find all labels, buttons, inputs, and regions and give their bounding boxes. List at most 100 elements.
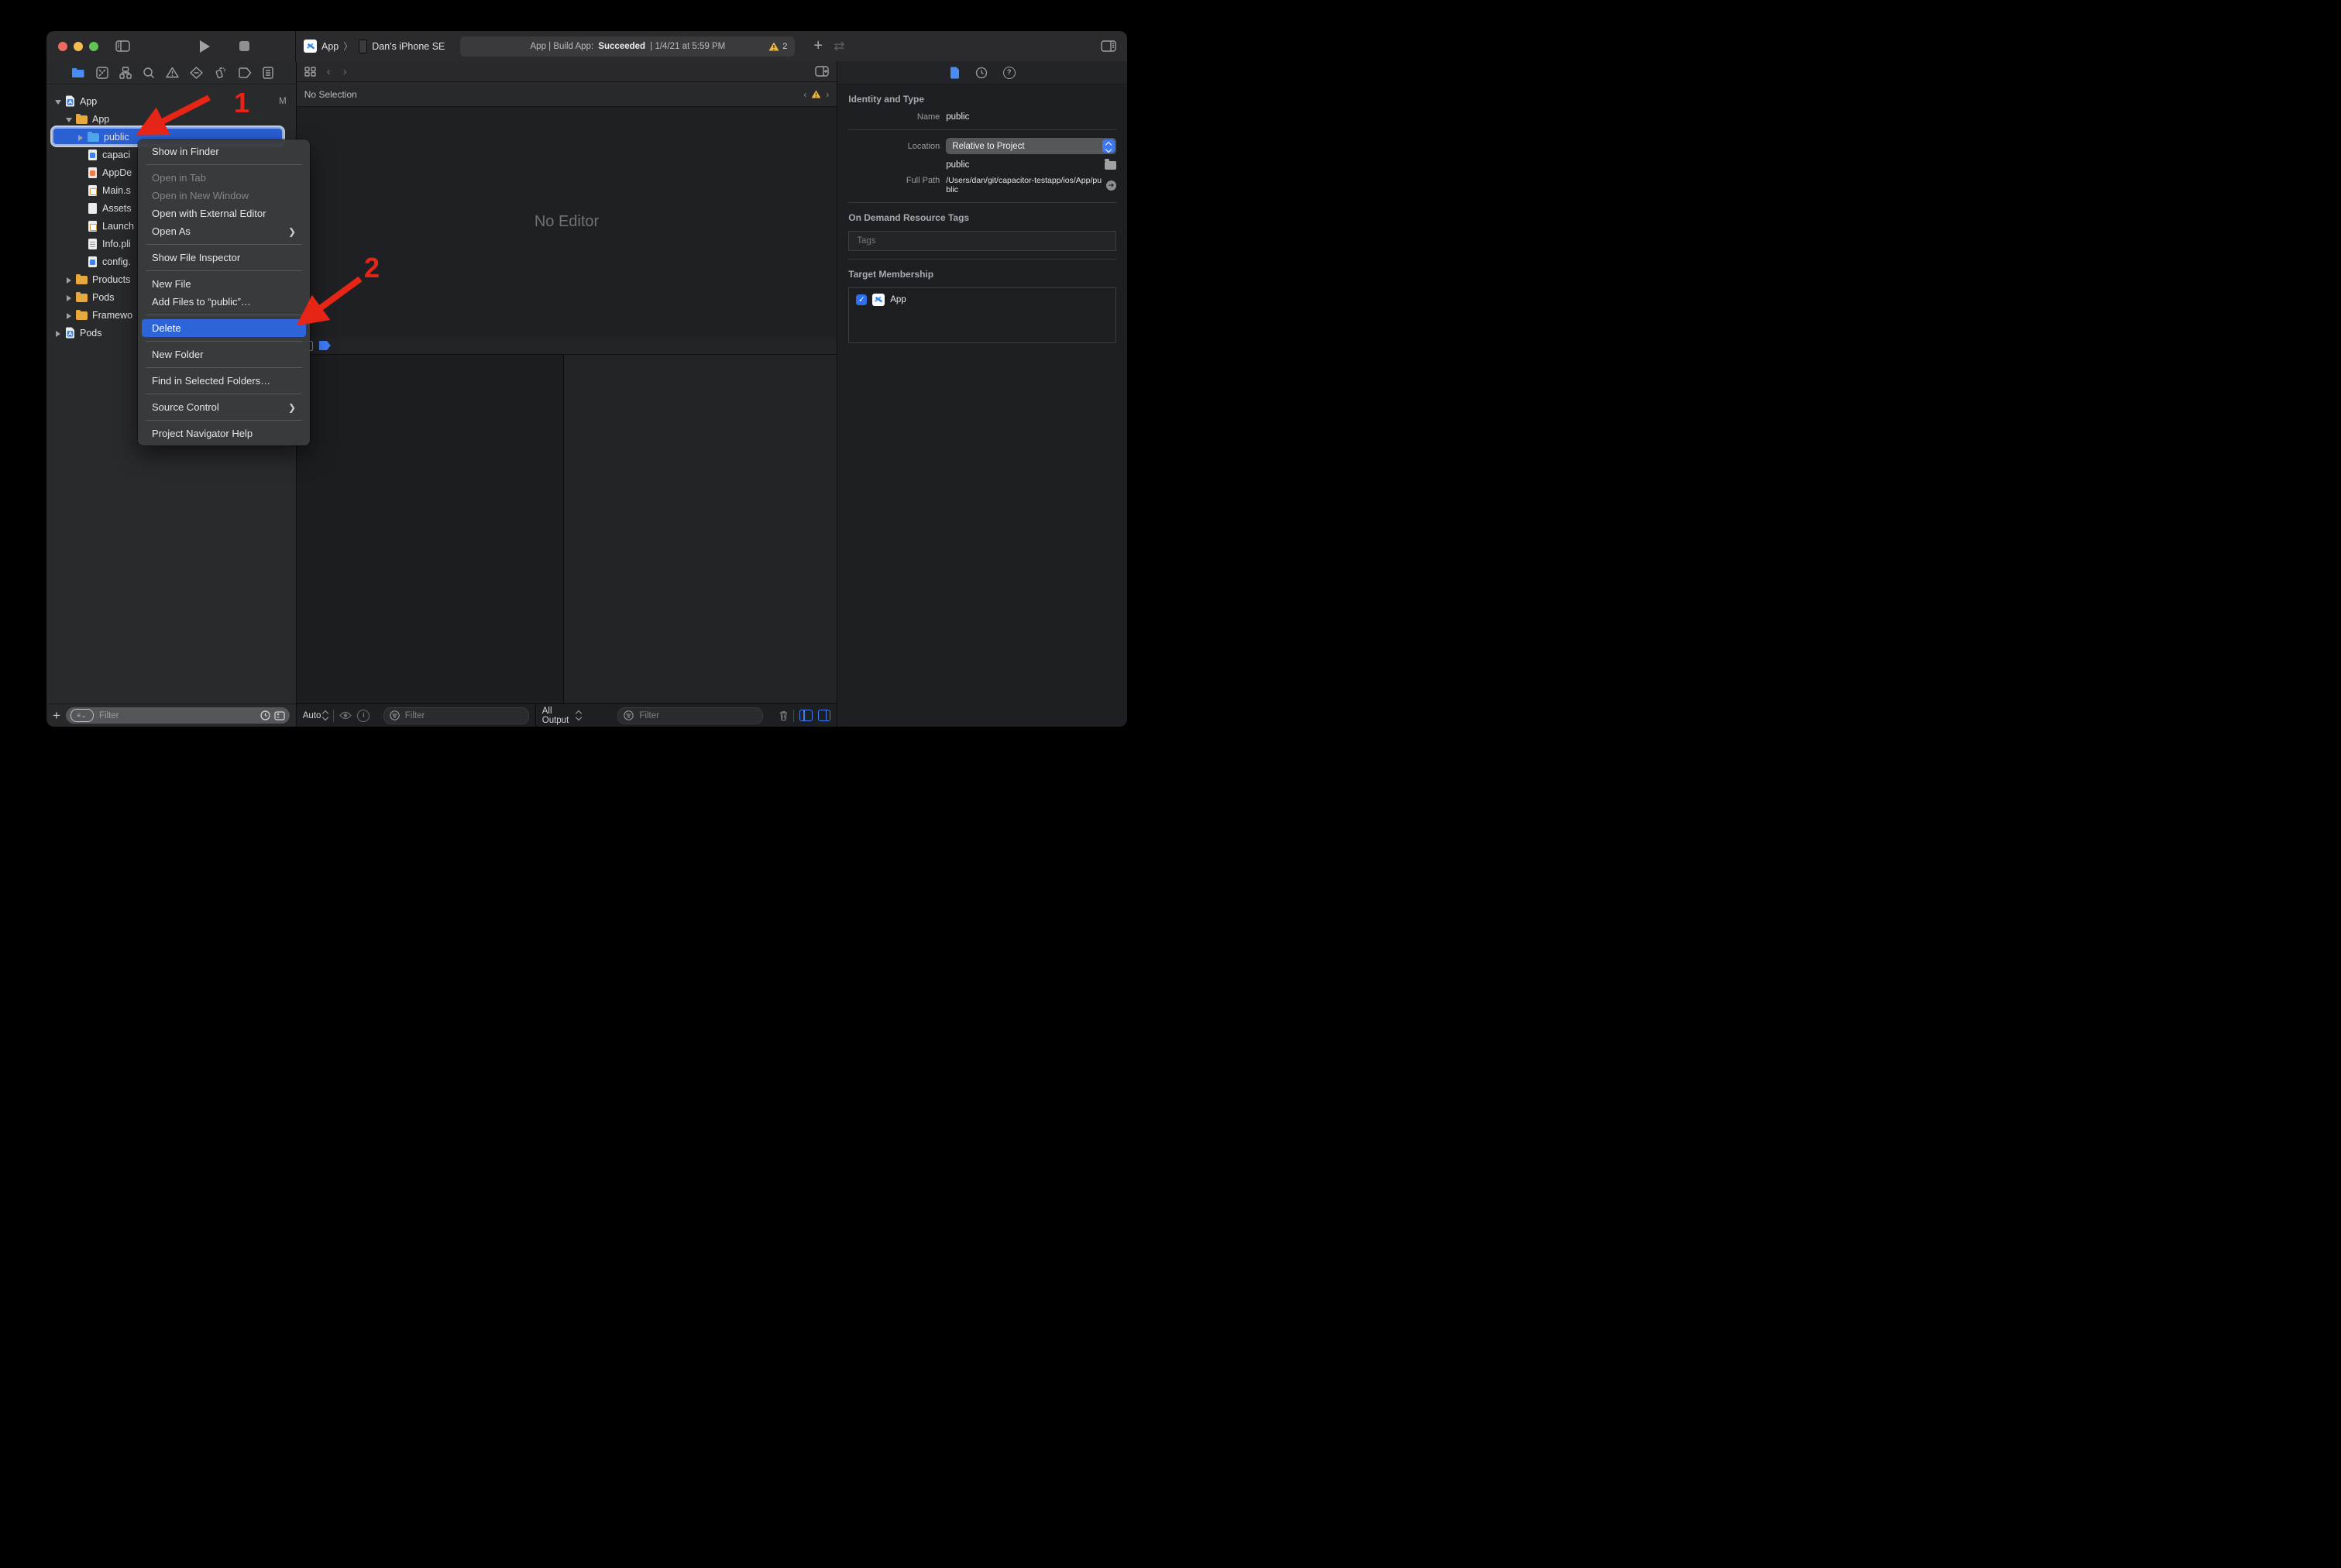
run-button[interactable] xyxy=(200,40,210,53)
debug-navigator-tab-icon[interactable] xyxy=(214,66,227,79)
menu-item-show-in-finder[interactable]: Show in Finder xyxy=(138,143,310,160)
minimize-window-button[interactable] xyxy=(74,42,83,51)
target-membership-row[interactable]: ✓ App xyxy=(856,294,1109,306)
back-button[interactable]: ‹ xyxy=(327,65,331,78)
toggle-navigator-icon[interactable] xyxy=(115,40,130,52)
menu-item-find-in-selected-folders[interactable]: Find in Selected Folders… xyxy=(138,372,310,390)
disclosure-chevron-icon[interactable] xyxy=(77,134,84,140)
menu-item-delete[interactable]: Delete xyxy=(142,319,306,337)
tree-row-app-folder[interactable]: App xyxy=(46,110,296,128)
tags-input[interactable] xyxy=(855,236,1109,246)
history-inspector-tab-icon[interactable] xyxy=(975,67,988,79)
toggle-inspector-icon[interactable] xyxy=(1101,40,1116,52)
disclosure-chevron-icon[interactable] xyxy=(66,116,72,122)
menu-item-open-in-tab[interactable]: Open in Tab xyxy=(138,169,310,187)
warning-count-badge[interactable]: 2 xyxy=(768,42,787,51)
navigator-tab-bar xyxy=(46,61,296,84)
activity-status[interactable]: App | Build App: Succeeded | 1/4/21 at 5… xyxy=(460,36,795,57)
recent-files-clock-icon[interactable] xyxy=(260,710,270,720)
console-scope-select[interactable]: All Output xyxy=(542,707,582,725)
project-navigator-tab-icon[interactable] xyxy=(71,67,85,78)
jump-bar[interactable]: No Selection ‹ › xyxy=(297,82,837,107)
file-label: Assets xyxy=(102,203,132,214)
variables-filter-input[interactable] xyxy=(404,710,523,721)
location-dropdown[interactable]: Relative to Project xyxy=(946,138,1116,154)
source-control-filter-icon[interactable] xyxy=(274,711,285,720)
menu-item-new-file[interactable]: New File xyxy=(138,275,310,293)
test-navigator-tab-icon[interactable] xyxy=(190,67,203,79)
next-issue-button[interactable]: › xyxy=(826,89,829,100)
disclosure-chevron-icon[interactable] xyxy=(66,277,72,283)
variables-filter-field[interactable] xyxy=(383,707,529,724)
run-destination-selector[interactable]: Dan's iPhone SE xyxy=(359,40,445,53)
variables-scope-select[interactable]: Auto xyxy=(303,711,328,720)
filter-options-icon[interactable]: ≡⌄ xyxy=(70,709,94,722)
editor-area: ‹ › No Selection ‹ xyxy=(297,61,837,727)
menu-separator xyxy=(146,270,302,271)
file-label: Pods xyxy=(80,328,102,339)
file-label: AppDe xyxy=(102,167,132,178)
menu-item-add-files[interactable]: Add Files to “public”… xyxy=(138,293,310,311)
variables-view[interactable] xyxy=(297,355,564,703)
breakpoint-navigator-tab-icon[interactable] xyxy=(238,67,252,78)
navigator-filter-field[interactable]: ≡⌄ xyxy=(66,707,290,724)
quick-help-inspector-tab-icon[interactable]: ? xyxy=(1003,67,1016,79)
on-demand-resource-tags-section: On Demand Resource Tags xyxy=(837,212,1127,260)
zoom-window-button[interactable] xyxy=(89,42,98,51)
info-icon[interactable]: i xyxy=(357,710,370,722)
breakpoints-toggle-icon[interactable] xyxy=(319,341,331,350)
menu-item-open-with-external-editor[interactable]: Open with External Editor xyxy=(138,205,310,222)
tags-field[interactable] xyxy=(848,231,1116,251)
console-filter-input[interactable] xyxy=(638,710,757,721)
toggle-console-view-icon[interactable] xyxy=(818,710,830,721)
menu-item-show-file-inspector[interactable]: Show File Inspector xyxy=(138,249,310,266)
clear-console-trash-icon[interactable] xyxy=(779,710,788,721)
related-items-icon[interactable] xyxy=(304,67,316,77)
disclosure-chevron-icon[interactable] xyxy=(66,294,72,301)
updown-chevrons-icon xyxy=(576,711,581,720)
choose-folder-icon[interactable] xyxy=(1105,161,1116,170)
file-label: capaci xyxy=(102,150,130,160)
menu-separator xyxy=(146,341,302,342)
stop-button[interactable] xyxy=(239,41,249,51)
disclosure-chevron-icon[interactable] xyxy=(55,98,61,105)
file-inspector-tab-icon[interactable] xyxy=(950,67,960,79)
report-navigator-tab-icon[interactable] xyxy=(263,67,273,79)
menu-item-new-folder[interactable]: New Folder xyxy=(138,346,310,363)
library-add-button[interactable]: + xyxy=(813,37,823,55)
issue-warning-icon[interactable] xyxy=(811,90,821,98)
menu-item-open-as[interactable]: Open As ❯ xyxy=(138,222,310,240)
console-scope-label: All Output xyxy=(542,707,575,725)
source-control-navigator-tab-icon[interactable] xyxy=(96,67,108,79)
toggle-variables-view-icon[interactable] xyxy=(799,710,812,721)
open-path-arrow-icon[interactable]: ➜ xyxy=(1106,181,1116,191)
code-review-icon[interactable]: ⇄ xyxy=(834,39,844,54)
console-filter-field[interactable] xyxy=(617,707,763,724)
menu-separator xyxy=(146,244,302,245)
disclosure-chevron-icon[interactable] xyxy=(55,330,61,336)
tree-row-project-app[interactable]: App M xyxy=(46,92,296,110)
console-view[interactable] xyxy=(564,355,837,703)
add-file-button[interactable]: + xyxy=(53,708,60,724)
menu-item-source-control[interactable]: Source Control ❯ xyxy=(138,398,310,416)
target-checkbox[interactable]: ✓ xyxy=(856,294,867,305)
filter-funnel-icon xyxy=(390,710,400,720)
navigator-filter-input[interactable] xyxy=(98,710,256,721)
menu-item-project-navigator-help[interactable]: Project Navigator Help xyxy=(138,425,310,442)
status-prefix: App | Build App: xyxy=(531,42,596,51)
scheme-chevron: 〉 xyxy=(343,40,352,53)
menu-item-open-in-new-window[interactable]: Open in New Window xyxy=(138,187,310,205)
close-window-button[interactable] xyxy=(58,42,67,51)
issue-navigator-tab-icon[interactable] xyxy=(166,67,179,78)
symbol-navigator-tab-icon[interactable] xyxy=(119,67,132,79)
previous-issue-button[interactable]: ‹ xyxy=(803,89,806,100)
disclosure-chevron-icon[interactable] xyxy=(66,312,72,318)
section-title: On Demand Resource Tags xyxy=(848,212,1116,223)
find-navigator-tab-icon[interactable] xyxy=(143,67,155,79)
navigator-bottom-bar: + ≡⌄ xyxy=(46,703,296,727)
add-editor-icon[interactable] xyxy=(815,66,829,77)
quicklook-eye-icon[interactable] xyxy=(339,711,352,720)
forward-button[interactable]: › xyxy=(343,65,347,78)
scheme-selector[interactable]: App 〉 xyxy=(304,40,352,53)
name-value[interactable]: public xyxy=(946,112,969,122)
